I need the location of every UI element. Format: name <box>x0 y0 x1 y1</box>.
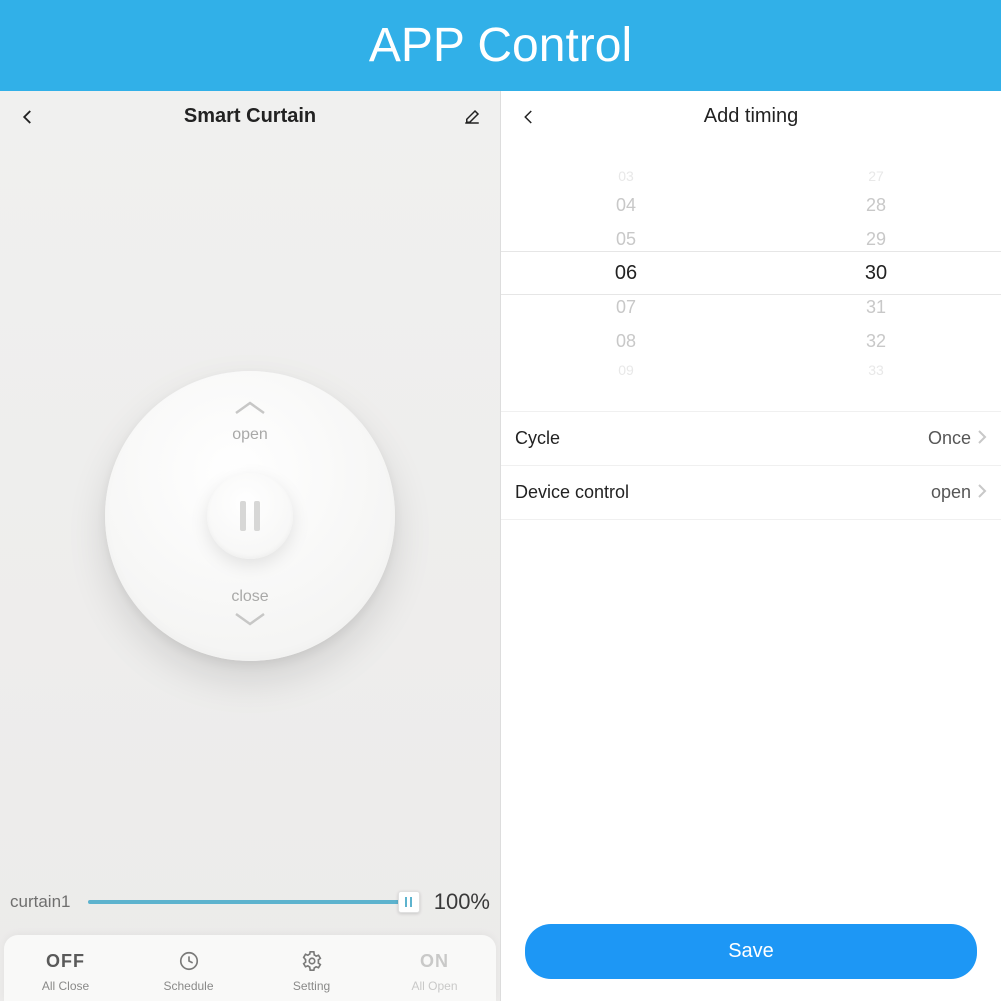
edit-button[interactable] <box>462 107 482 127</box>
curtain-name: curtain1 <box>10 892 74 912</box>
pause-icon <box>240 501 246 531</box>
screen-title: Smart Curtain <box>184 105 316 128</box>
slider-thumb[interactable] <box>398 891 420 913</box>
banner-title: APP Control <box>0 0 1001 91</box>
device-control-row[interactable]: Device control open <box>501 466 1001 520</box>
screen-add-timing: Add timing 03 04 05 06 07 08 09 27 <box>501 91 1001 1001</box>
screen-title: Add timing <box>704 105 799 128</box>
minute-column[interactable]: 27 28 29 30 31 32 33 <box>751 143 1001 403</box>
back-button[interactable] <box>519 107 539 127</box>
pause-icon <box>254 501 260 531</box>
chevron-up-icon <box>232 399 268 422</box>
time-picker[interactable]: 03 04 05 06 07 08 09 27 28 29 30 31 <box>501 143 1001 403</box>
setting-button[interactable]: Setting <box>250 949 373 993</box>
chevron-right-icon <box>977 428 987 449</box>
cycle-row[interactable]: Cycle Once <box>501 412 1001 466</box>
screen-smart-curtain: Smart Curtain open <box>0 91 501 1001</box>
pause-button[interactable] <box>207 473 293 559</box>
chevron-right-icon <box>977 482 987 503</box>
all-close-button[interactable]: OFF All Close <box>4 949 127 993</box>
position-slider[interactable] <box>88 890 420 914</box>
gear-icon <box>301 949 323 973</box>
all-open-button[interactable]: ON All Open <box>373 949 496 993</box>
close-label: close <box>231 588 268 606</box>
schedule-button[interactable]: Schedule <box>127 949 250 993</box>
save-button[interactable]: Save <box>525 924 977 979</box>
chevron-down-icon <box>232 610 268 633</box>
close-button[interactable]: close <box>231 588 268 633</box>
clock-icon <box>178 949 200 973</box>
open-button[interactable]: open <box>232 399 268 444</box>
back-button[interactable] <box>18 107 38 127</box>
curtain-dial: open close <box>105 371 395 661</box>
position-percent: 100% <box>434 889 490 915</box>
bottom-toolbar: OFF All Close Schedule Setting ON <box>4 935 496 1001</box>
open-label: open <box>232 426 268 444</box>
hour-column[interactable]: 03 04 05 06 07 08 09 <box>501 143 751 403</box>
